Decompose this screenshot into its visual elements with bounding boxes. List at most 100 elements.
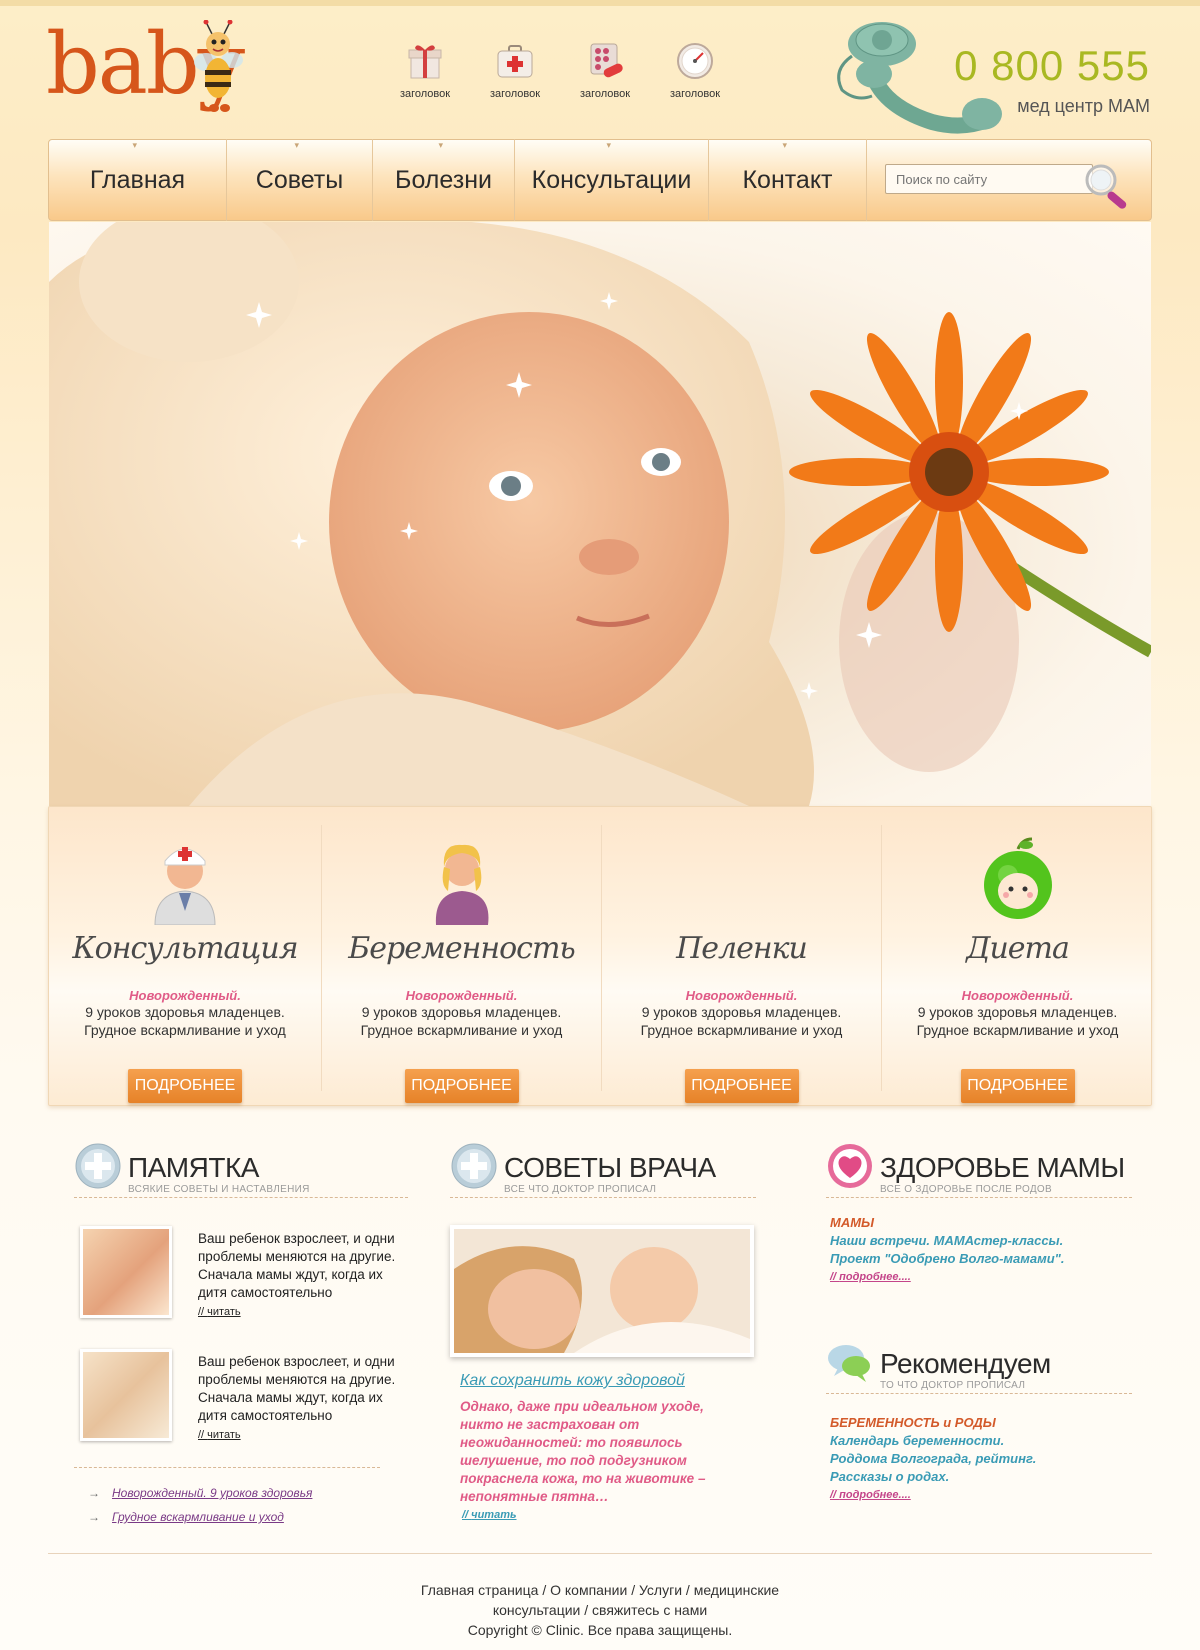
feature-text-line2: Грудное вскармливание и уход (640, 1022, 843, 1038)
memo-section-header: ПАМЯТКА ВСЯКИЕ СОВЕТЫ И НАСТАВЛЕНИЯ (74, 1142, 408, 1198)
gift-icon (408, 45, 442, 79)
link-line[interactable]: Рассказы о родах. (830, 1468, 1036, 1486)
link-line[interactable]: Роддома Волгограда, рейтинг. (830, 1450, 1036, 1468)
baby-with-flower-illustration (49, 222, 1151, 806)
footer-nav-line1[interactable]: Главная страница / О компании / Услуги /… (380, 1580, 820, 1600)
chevron-down-icon: ▾ (294, 140, 300, 150)
read-link[interactable]: // читать (198, 1306, 241, 1318)
read-link[interactable]: // читать (198, 1429, 241, 1441)
section-title: Рекомендуем (880, 1348, 1051, 1379)
feature-title: Беременность (348, 931, 576, 966)
nav-item-label: Советы (255, 165, 344, 194)
nav-item-consultations[interactable]: ▾ Консультации (515, 139, 709, 221)
search-icon[interactable] (1081, 162, 1133, 210)
feature-text-line2: Грудное вскармливание и уход (84, 1022, 286, 1038)
feature-title: Консультация (72, 931, 298, 966)
section-heading: Рекомендуем ТО ЧТО ДОКТОР ПРОПИСАЛ (826, 1338, 1132, 1394)
section-heading: СОВЕТЫ ВРАЧА ВСЕ ЧТО ДОКТОР ПРОПИСАЛ (450, 1142, 756, 1198)
apple-face-icon (983, 837, 1052, 919)
nav-item-diseases[interactable]: ▾ Болезни (373, 139, 515, 221)
link-line[interactable]: Наши встречи. МАМАстер-классы. (830, 1232, 1064, 1250)
more-link[interactable]: // подробнее.... (830, 1268, 1064, 1286)
plus-circle-icon (75, 1143, 121, 1189)
chat-bubbles-icon (828, 1345, 870, 1382)
top-link-pills[interactable]: заголовок (560, 40, 650, 100)
more-button[interactable]: ПОДРОБНЕЕ (960, 1069, 1075, 1103)
recommend-links: БЕРЕМЕННОСТЬ и РОДЫ Календарь беременнос… (830, 1414, 1036, 1504)
top-link-gauge[interactable]: заголовок (650, 40, 740, 100)
feature-text-line1: 9 уроков здоровья младенцев. (361, 1004, 562, 1020)
phone-caption: мед центр МАМ (1017, 96, 1150, 116)
bee-mascot-icon (194, 20, 243, 112)
memo-item: Ваш ребенок взрослеет, и одни проблемы м… (76, 1224, 416, 1324)
main-nav: ▾ Главная ▾ Советы ▾ Болезни ▾ Консультации … (48, 139, 1152, 221)
nav-item-label: Контакт (742, 165, 833, 194)
feature-card: Беременность Новорожденный. 9 уроков здо… (321, 825, 601, 1103)
doctor-section-header: СОВЕТЫ ВРАЧА ВСЕ ЧТО ДОКТОР ПРОПИСАЛ (450, 1142, 756, 1198)
link-line[interactable]: Проект "Одобрено Волго-мамами". (830, 1250, 1064, 1268)
feature-title: Пеленки (676, 931, 808, 966)
more-link-label: подробнее.... (839, 1271, 911, 1283)
chevron-down-icon: ▾ (606, 140, 612, 150)
feature-text-line1: 9 уроков здоровья младенцев. (85, 1004, 285, 1020)
read-link[interactable]: // читать (462, 1509, 517, 1521)
diaper-icon (702, 835, 782, 925)
memo-link[interactable]: → Грудное вскармливание и уход (88, 1510, 284, 1524)
article-title-link[interactable]: Как сохранить кожу здоровой (460, 1372, 685, 1390)
feature-subtitle: Новорожденный. (685, 988, 798, 1003)
memo-link-label: Новорожденный. 9 уроков здоровья (112, 1486, 313, 1500)
top-border (0, 0, 1200, 6)
heart-icon (828, 1144, 872, 1188)
read-link-label: читать (207, 1306, 241, 1318)
section-subtitle: ТО ЧТО ДОКТОР ПРОПИСАЛ (880, 1380, 1026, 1391)
feature-card: Диета Новорожденный. 9 уроков здоровья м… (881, 825, 1153, 1103)
site-search (885, 164, 1127, 209)
pregnant-woman-icon (435, 844, 488, 925)
top-link-label: заголовок (399, 88, 451, 100)
features-panel: Консультация Новорожденный. 9 уроков здо… (48, 806, 1152, 1106)
top-link-label: заголовок (489, 88, 541, 100)
top-link-label: заголовок (669, 88, 721, 100)
feature-text-line2: Грудное вскармливание и уход (360, 1022, 563, 1038)
article-excerpt: Однако, даже при идеальном уходе, никто … (460, 1399, 706, 1504)
logo[interactable]: baby (46, 14, 266, 124)
more-link[interactable]: // подробнее.... (830, 1486, 1036, 1504)
feature-subtitle: Новорожденный. (405, 988, 518, 1003)
section-heading: ПАМЯТКА ВСЯКИЕ СОВЕТЫ И НАСТАВЛЕНИЯ (74, 1142, 408, 1198)
more-button[interactable]: ПОДРОБНЕЕ (684, 1069, 799, 1103)
link-line[interactable]: Календарь беременности. (830, 1432, 1036, 1450)
search-input[interactable] (885, 164, 1093, 194)
mother-child-photo (80, 1226, 172, 1318)
more-button[interactable]: ПОДРОБНЕЕ (128, 1069, 242, 1103)
top-link-gift[interactable]: заголовок (380, 40, 470, 100)
memo-item-text: Ваш ребенок взрослеет, и одни проблемы м… (198, 1354, 396, 1423)
memo-link[interactable]: → Новорожденный. 9 уроков здоровья (88, 1486, 312, 1500)
memo-link-label: Грудное вскармливание и уход (112, 1510, 284, 1524)
top-icon-links: заголовок заголовок заголовок заголовок (380, 40, 740, 100)
nav-item-contact[interactable]: ▾ Контакт (709, 139, 867, 221)
phone-number[interactable]: 0 800 555 (954, 42, 1150, 90)
recommend-section-header: Рекомендуем ТО ЧТО ДОКТОР ПРОПИСАЛ (826, 1338, 1132, 1394)
feature-text-line1: 9 уроков здоровья младенцев. (917, 1004, 1118, 1020)
footer: Главная страница / О компании / Услуги /… (380, 1580, 820, 1640)
copyright: Copyright © Clinic. Все права защищены. (467, 1622, 733, 1638)
feature-title: Диета (966, 931, 1070, 966)
divider (74, 1467, 380, 1468)
mom-health-section-header: ЗДОРОВЬЕ МАМЫ ВСЕ О ЗДОРОВЬЕ ПОСЛЕ РОДОВ (826, 1142, 1132, 1198)
category-label: МАМЫ (830, 1215, 875, 1230)
mother-child-photo (80, 1349, 172, 1441)
feature-text-line2: Грудное вскармливание и уход (916, 1022, 1119, 1038)
footer-nav-line2[interactable]: консультации / свяжитесь с нами (380, 1600, 820, 1620)
mother-baby-photo (450, 1225, 754, 1357)
section-title: ПАМЯТКА (128, 1152, 259, 1183)
nav-item-home[interactable]: ▾ Главная (49, 139, 227, 221)
feature-text-line1: 9 уроков здоровья младенцев. (641, 1004, 842, 1020)
first-aid-kit-icon (497, 45, 533, 78)
memo-item-text: Ваш ребенок взрослеет, и одни проблемы м… (198, 1231, 396, 1300)
read-link-label: читать (207, 1429, 241, 1441)
top-link-first-aid[interactable]: заголовок (470, 40, 560, 100)
hero-banner-image (49, 222, 1151, 806)
section-heading: ЗДОРОВЬЕ МАМЫ ВСЕ О ЗДОРОВЬЕ ПОСЛЕ РОДОВ (826, 1142, 1132, 1198)
nav-item-advice[interactable]: ▾ Советы (227, 139, 373, 221)
more-button[interactable]: ПОДРОБНЕЕ (404, 1069, 519, 1103)
